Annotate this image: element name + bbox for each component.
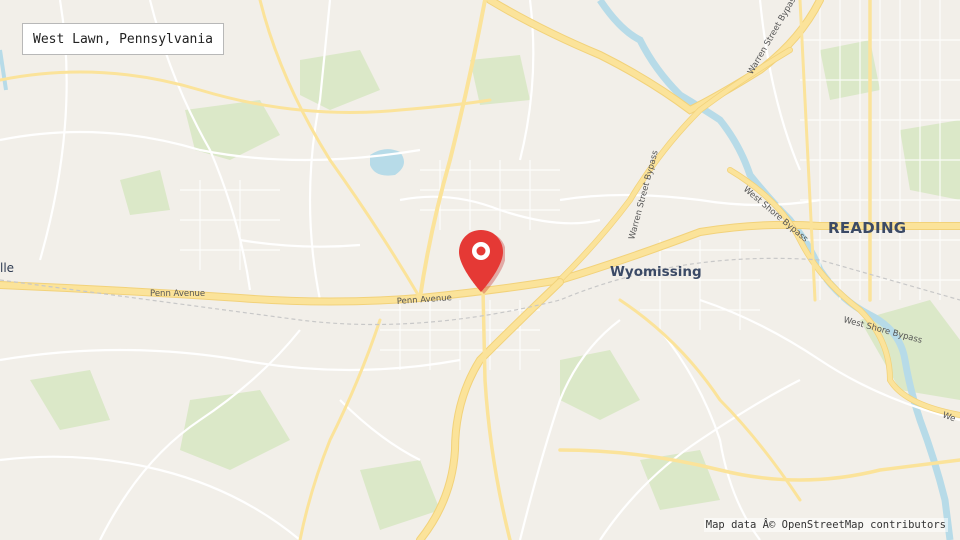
place-label-wyomissing: Wyomissing	[610, 264, 702, 280]
map-attribution[interactable]: Map data Â© OpenStreetMap contributors	[703, 518, 948, 532]
place-label-edge: lle	[0, 261, 15, 275]
map-title: West Lawn, Pennsylvania	[22, 23, 225, 55]
place-label-reading: READING	[828, 219, 907, 237]
road-label-penn-avenue-west: Penn Avenue	[150, 289, 205, 299]
location-marker-icon[interactable]	[457, 228, 505, 296]
map-view[interactable]: Penn Avenue Penn Avenue Warren Street By…	[0, 0, 960, 540]
